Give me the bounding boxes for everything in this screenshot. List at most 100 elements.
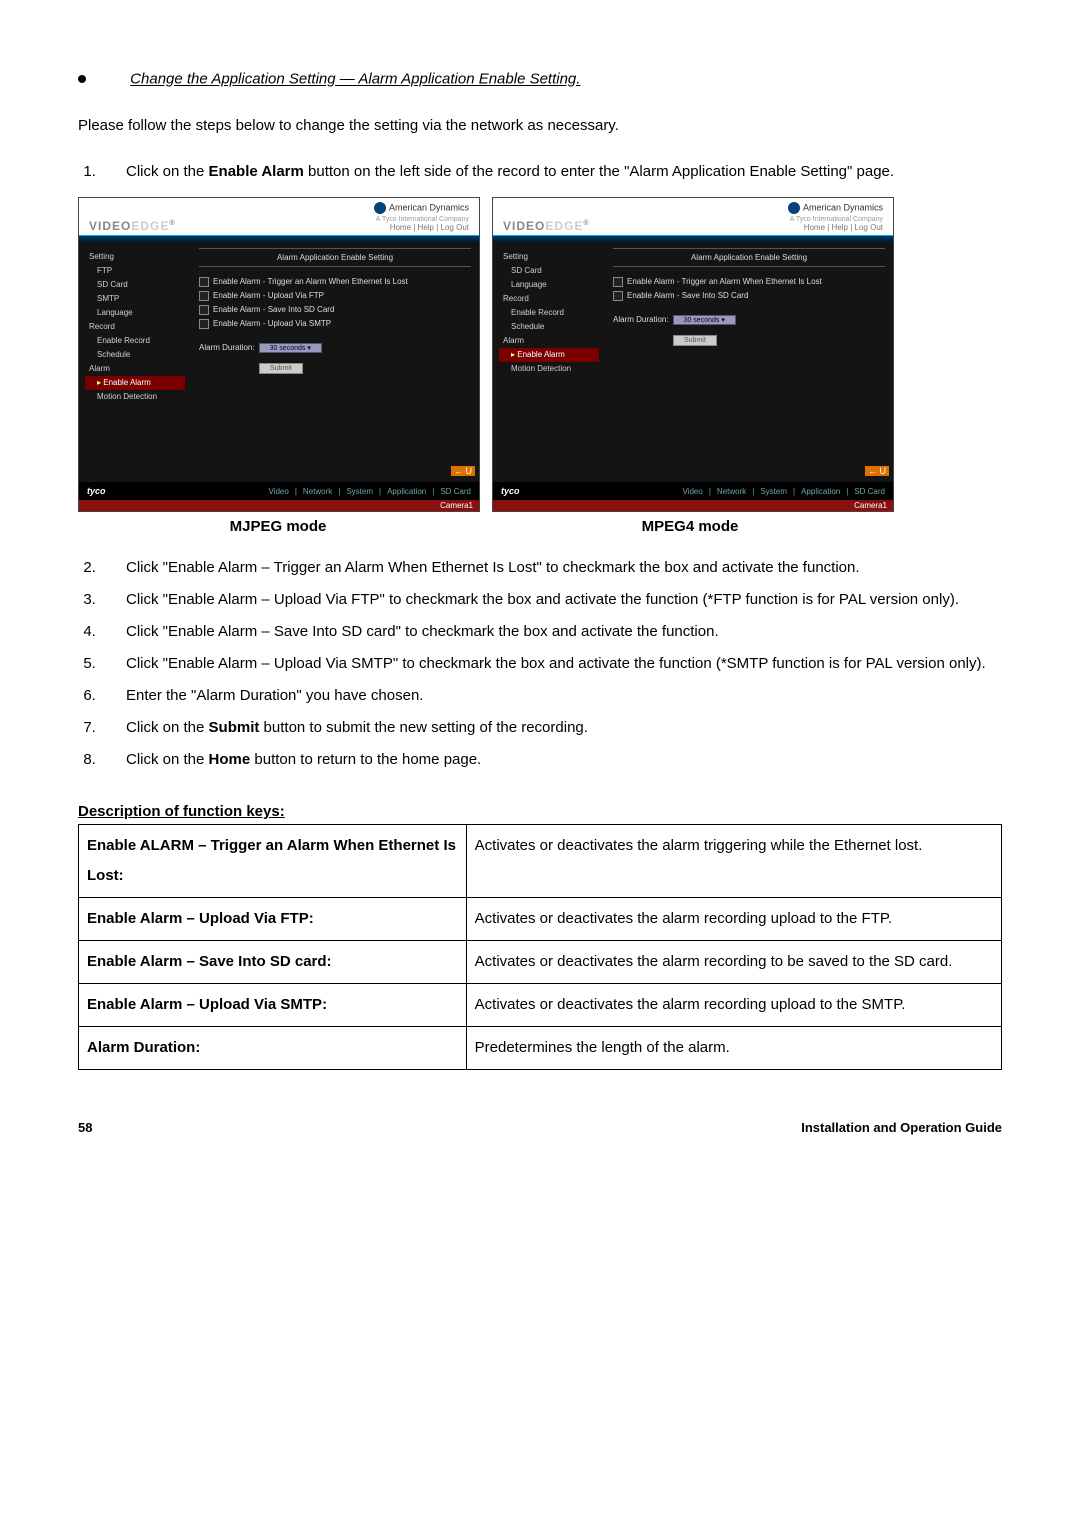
- duration-label: Alarm Duration:: [199, 343, 255, 352]
- checkbox-row[interactable]: Enable Alarm - Trigger an Alarm When Eth…: [199, 275, 471, 289]
- checkbox-row[interactable]: Enable Alarm - Upload Via SMTP: [199, 317, 471, 331]
- function-keys-table: Enable ALARM – Trigger an Alarm When Eth…: [78, 824, 1002, 1070]
- table-row: Alarm Duration:Predetermines the length …: [79, 1027, 1002, 1070]
- sidebar-item[interactable]: Alarm: [85, 362, 185, 376]
- function-key-desc: Predetermines the length of the alarm.: [466, 1027, 1001, 1070]
- duration-select[interactable]: 30 seconds ▾: [259, 343, 322, 353]
- nav-separator: |: [709, 487, 711, 496]
- sidebar-item[interactable]: Enable Record: [85, 334, 185, 348]
- nav-link[interactable]: Network: [303, 487, 332, 496]
- checkbox-row[interactable]: Enable Alarm - Save Into SD Card: [199, 303, 471, 317]
- sidebar-item[interactable]: Alarm: [499, 334, 599, 348]
- checkbox-icon[interactable]: [613, 291, 623, 301]
- nav-separator: |: [793, 487, 795, 496]
- table-row: Enable ALARM – Trigger an Alarm When Eth…: [79, 825, 1002, 898]
- mpeg4-screenshot: VIDEOEDGE® American DynamicsA Tyco Intern…: [492, 197, 894, 513]
- sidebar-item[interactable]: Motion Detection: [85, 390, 185, 404]
- nav-link[interactable]: System: [346, 487, 373, 496]
- main-panel: Alarm Application Enable Setting Enable A…: [191, 242, 479, 482]
- sidebar-item[interactable]: ▸ Enable Alarm: [499, 348, 599, 362]
- sidebar-item[interactable]: ▸ Enable Alarm: [85, 376, 185, 390]
- sidebar-item[interactable]: Enable Record: [499, 306, 599, 320]
- checkbox-icon[interactable]: [613, 277, 623, 287]
- sidebar-item[interactable]: Language: [499, 278, 599, 292]
- function-key-desc: Activates or deactivates the alarm recor…: [466, 898, 1001, 941]
- sidebar-item[interactable]: SMTP: [85, 292, 185, 306]
- sidebar-item[interactable]: Record: [499, 292, 599, 306]
- duration-label: Alarm Duration:: [613, 315, 669, 324]
- checkbox-row[interactable]: Enable Alarm - Upload Via FTP: [199, 289, 471, 303]
- sidebar-item[interactable]: Motion Detection: [499, 362, 599, 376]
- checkbox-icon[interactable]: [199, 277, 209, 287]
- checkbox-icon[interactable]: [199, 305, 209, 315]
- section-heading: Change the Application Setting — Alarm A…: [78, 70, 1002, 88]
- vendor-block: American DynamicsA Tyco International Co…: [788, 202, 883, 234]
- mjpeg-screenshot: VIDEOEDGE®American DynamicsA Tyco Intern…: [78, 197, 480, 513]
- checkbox-icon[interactable]: [199, 291, 209, 301]
- nav-separator: |: [846, 487, 848, 496]
- checkbox-icon[interactable]: [199, 319, 209, 329]
- submit-button[interactable]: Submit: [259, 363, 303, 374]
- vendor-logo-icon: [788, 202, 800, 214]
- step-item: Click on the Enable Alarm button on the …: [100, 157, 1002, 187]
- tyco-logo: tyco: [87, 486, 106, 496]
- submit-button[interactable]: Submit: [673, 335, 717, 346]
- panel-title: Alarm Application Enable Setting: [613, 248, 885, 267]
- duration-select[interactable]: 30 seconds ▾: [673, 315, 736, 325]
- brand-logo: VIDEOEDGE®: [503, 219, 590, 233]
- table-row: Enable Alarm – Upload Via FTP:Activates …: [79, 898, 1002, 941]
- nav-link[interactable]: Network: [717, 487, 746, 496]
- sidebar-item[interactable]: FTP: [85, 264, 185, 278]
- sidebar: SettingSD CardLanguageRecordEnable Recor…: [493, 242, 605, 482]
- step-item: Click "Enable Alarm – Upload Via FTP" to…: [100, 585, 1002, 615]
- step-item: Click "Enable Alarm – Upload Via SMTP" t…: [100, 649, 1002, 679]
- function-keys-heading: Description of function keys:: [78, 803, 1002, 820]
- footer-title: Installation and Operation Guide: [801, 1120, 1002, 1135]
- sidebar: SettingFTPSD CardSMTPLanguageRecordEnabl…: [79, 242, 191, 482]
- camera-bar: Camera1: [493, 500, 893, 511]
- steps-list-top: Click on the Enable Alarm button on the …: [78, 157, 1002, 187]
- sidebar-item[interactable]: SD Card: [499, 264, 599, 278]
- nav-link[interactable]: SD Card: [440, 487, 471, 496]
- nav-link[interactable]: Application: [387, 487, 426, 496]
- sidebar-item[interactable]: Setting: [499, 250, 599, 264]
- shot-footer: ← UtycoVideo|Network|System|Application|…: [493, 482, 893, 511]
- step-item: Click "Enable Alarm – Save Into SD card"…: [100, 617, 1002, 647]
- mpeg4-caption: MPEG4 mode: [490, 518, 890, 535]
- checkbox-label: Enable Alarm - Upload Via FTP: [213, 291, 324, 300]
- header-links[interactable]: Home | Help | Log Out: [804, 223, 883, 232]
- nav-link[interactable]: System: [760, 487, 787, 496]
- function-key-name: Enable ALARM – Trigger an Alarm When Eth…: [79, 825, 467, 898]
- nav-separator: |: [379, 487, 381, 496]
- table-row: Enable Alarm – Save Into SD card:Activat…: [79, 941, 1002, 984]
- orange-tab-icon[interactable]: ← U: [865, 466, 889, 476]
- vendor-logo-icon: [374, 202, 386, 214]
- header-links[interactable]: Home | Help | Log Out: [390, 223, 469, 232]
- sidebar-item[interactable]: SD Card: [85, 278, 185, 292]
- nav-link[interactable]: Video: [683, 487, 703, 496]
- tyco-logo: tyco: [501, 486, 520, 496]
- sidebar-item[interactable]: Record: [85, 320, 185, 334]
- checkbox-row[interactable]: Enable Alarm - Save Into SD Card: [613, 289, 885, 303]
- nav-link[interactable]: Application: [801, 487, 840, 496]
- sidebar-item[interactable]: Setting: [85, 250, 185, 264]
- checkbox-row[interactable]: Enable Alarm - Trigger an Alarm When Eth…: [613, 275, 885, 289]
- duration-row: Alarm Duration: 30 seconds ▾: [199, 341, 471, 355]
- nav-link[interactable]: Video: [269, 487, 289, 496]
- duration-row: Alarm Duration: 30 seconds ▾: [613, 313, 885, 327]
- sidebar-item[interactable]: Schedule: [85, 348, 185, 362]
- main-panel: Alarm Application Enable Setting Enable A…: [605, 242, 893, 482]
- panel-title: Alarm Application Enable Setting: [199, 248, 471, 267]
- vendor-block: American DynamicsA Tyco International Co…: [374, 202, 469, 234]
- orange-tab-icon[interactable]: ← U: [451, 466, 475, 476]
- step-item: Click on the Home button to return to th…: [100, 745, 1002, 775]
- checkbox-label: Enable Alarm - Trigger an Alarm When Eth…: [627, 277, 822, 286]
- checkbox-label: Enable Alarm - Save Into SD Card: [627, 291, 748, 300]
- section-heading-text: Change the Application Setting — Alarm A…: [130, 71, 580, 88]
- bullet-icon: [78, 75, 86, 83]
- sidebar-item[interactable]: Schedule: [499, 320, 599, 334]
- sidebar-item[interactable]: Language: [85, 306, 185, 320]
- nav-link[interactable]: SD Card: [854, 487, 885, 496]
- page-number: 58: [78, 1120, 92, 1135]
- nav-separator: |: [432, 487, 434, 496]
